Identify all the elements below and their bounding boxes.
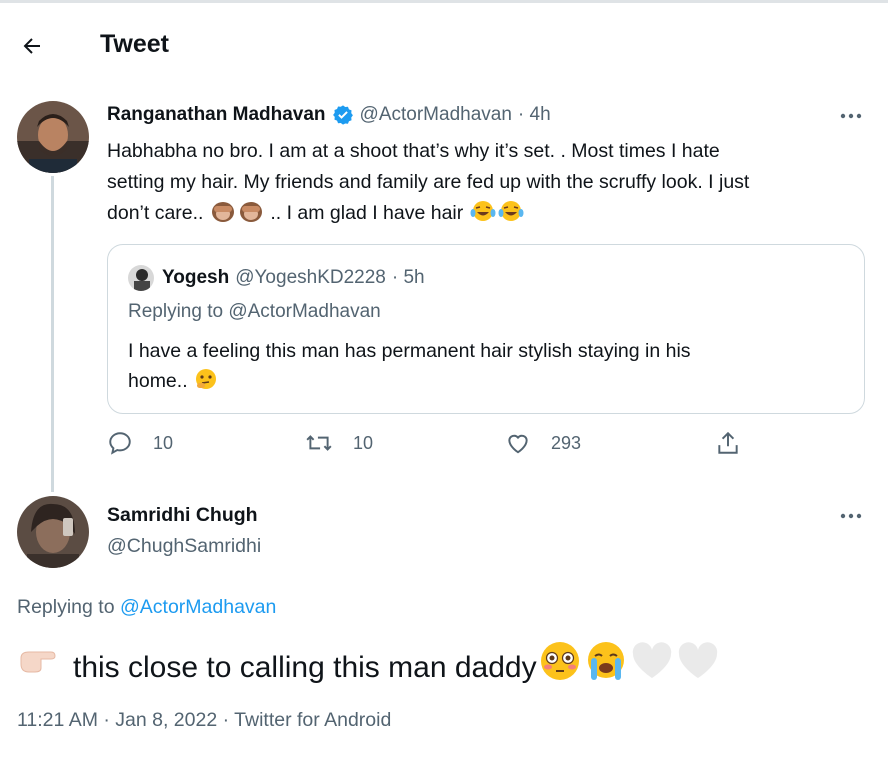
author-name[interactable]: Ranganathan Madhavan (107, 104, 326, 126)
reply-author-name[interactable]: Samridhi Chugh (107, 504, 258, 527)
replying-handle: @ActorMadhavan (228, 301, 381, 322)
author-handle[interactable]: @ActorMadhavan (360, 104, 512, 126)
quoted-tweet-text: I have a feeling this man has permanent … (128, 336, 828, 400)
more-icon (840, 113, 862, 119)
reply-text: this close to calling this man daddy (17, 640, 721, 695)
like-button[interactable]: 293 (505, 430, 581, 456)
laughing-tears-emoji (469, 199, 497, 233)
replying-to: Replying to @ActorMadhavan (17, 596, 276, 619)
replying-handle-link[interactable]: @ActorMadhavan (120, 596, 276, 618)
tweet-text-line: setting my hair. My friends and family a… (107, 171, 750, 193)
quoted-author-name: Yogesh (162, 267, 230, 288)
verified-badge-icon (332, 104, 354, 126)
retweet-count: 10 (353, 432, 374, 453)
more-button[interactable] (833, 104, 869, 128)
tweet-text-part: don’t care.. (107, 202, 204, 224)
white-heart-emoji (629, 640, 675, 695)
back-arrow-icon (23, 38, 40, 54)
reply-author-handle[interactable]: @ChughSamridhi (107, 535, 261, 558)
reply-text-body: this close to calling this man daddy (73, 650, 537, 684)
retweet-button[interactable]: 10 (305, 430, 373, 456)
quoted-author-handle: @YogeshKD2228 (235, 267, 386, 288)
more-icon (840, 513, 862, 519)
tweet-time[interactable]: · 4h (518, 104, 551, 126)
quoted-tweet-time: · 5h (391, 267, 425, 288)
tweet-header: Ranganathan Madhavan @ActorMadhavan · 4h (107, 104, 551, 126)
loudly-crying-face-emoji (583, 640, 629, 695)
quoted-text-part: home.. (128, 370, 188, 392)
quoted-tweet-header: Yogesh @YogeshKD2228 · 5h (128, 265, 425, 291)
retweet-icon (306, 435, 332, 451)
quoted-text-line: I have a feeling this man has permanent … (128, 340, 691, 362)
like-count: 293 (551, 432, 582, 453)
laughing-tears-emoji (497, 199, 525, 233)
share-button[interactable] (715, 430, 761, 456)
thinking-face-emoji (193, 367, 219, 400)
reply-button[interactable]: 10 (107, 430, 173, 456)
see-no-evil-monkey-emoji (237, 199, 265, 233)
quoted-text-line: home.. (128, 366, 828, 400)
pointing-hand-emoji (17, 644, 59, 691)
white-heart-emoji (675, 640, 721, 695)
more-button[interactable] (833, 504, 869, 528)
quoted-tweet[interactable]: Yogesh @YogeshKD2228 · 5h Replying to @A… (107, 244, 865, 414)
thread-line (51, 176, 54, 492)
quoted-avatar (128, 265, 154, 291)
tweet-timestamp[interactable]: 11:21 AM · Jan 8, 2022 · Twitter for And… (17, 709, 391, 732)
avatar[interactable] (17, 101, 89, 173)
avatar[interactable] (17, 496, 89, 568)
like-icon (508, 434, 528, 454)
tweet-text-line: don’t care.. .. I am glad I have hair (107, 198, 847, 233)
tweet-text-part: .. I am glad I have hair (270, 202, 464, 224)
tweet-text: Habhabha no bro. I am at a shoot that’s … (107, 136, 847, 233)
page-header: Tweet (0, 20, 888, 70)
see-no-evil-monkey-emoji (209, 199, 237, 233)
page-title: Tweet (100, 30, 169, 58)
top-border (0, 0, 888, 3)
share-icon (718, 431, 738, 454)
replying-prefix: Replying to (17, 596, 120, 618)
reply-icon (109, 432, 131, 455)
reply-count: 10 (153, 432, 174, 453)
replying-prefix: Replying to (128, 301, 229, 322)
tweet-text-line: Habhabha no bro. I am at a shoot that’s … (107, 140, 720, 162)
action-bar: 10 10 293 (107, 430, 747, 464)
back-button[interactable] (12, 26, 52, 66)
flushed-face-emoji (537, 640, 583, 695)
quoted-replying-to: Replying to @ActorMadhavan (128, 301, 381, 323)
